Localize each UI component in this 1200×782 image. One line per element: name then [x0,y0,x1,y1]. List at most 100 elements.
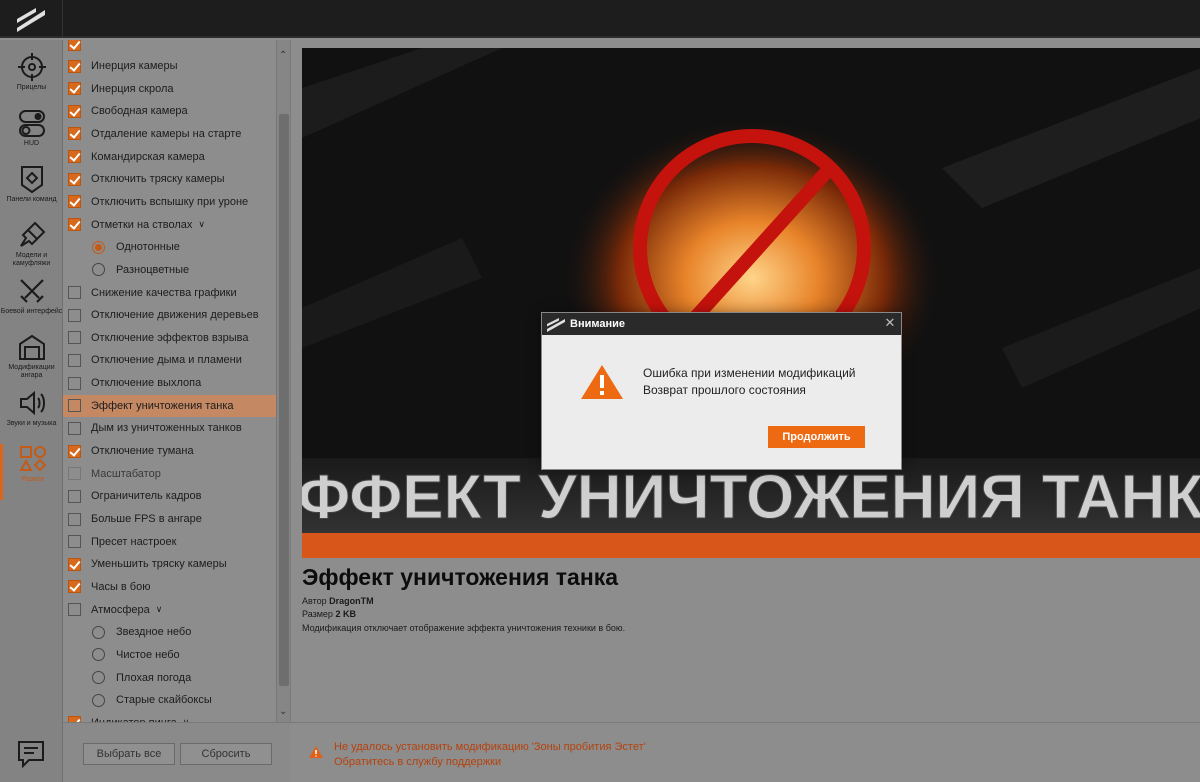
item-label: Дым из уничтоженных танков [91,422,242,435]
item-label: Отключить тряску камеры [91,173,225,186]
author-label: Автор [302,596,327,606]
rail-item-misc[interactable]: Разное [0,444,63,500]
mod-list-item[interactable]: Масштабатор [63,463,276,485]
mod-list-item[interactable]: Отключить вспышку при уроне [63,191,276,213]
checkbox[interactable] [68,286,81,299]
mod-list-item[interactable]: Отключение дыма и пламени [63,349,276,371]
radio-option[interactable]: Старые скайбоксы [63,689,276,711]
footer-support-message: Обратитесь в службу поддержки [334,756,502,768]
checkbox[interactable] [68,104,81,118]
checkbox[interactable] [68,603,81,617]
warning-icon [309,746,323,758]
item-label: Больше FPS в ангаре [91,513,202,525]
checkbox[interactable] [68,376,81,390]
mod-list-item[interactable]: Часы в бою [63,576,276,598]
checkbox[interactable] [68,331,81,345]
radio-button[interactable] [92,240,105,254]
scroll-down-icon[interactable]: ⌄ [279,706,287,717]
scroll-thumb[interactable] [279,114,289,686]
mod-list-item[interactable]: Уменьшить тряску камеры [63,553,276,575]
mod-title: Эффект уничтожения танка [302,564,619,590]
radio-button[interactable] [92,625,105,639]
checkbox[interactable] [68,40,81,51]
mod-list-item[interactable]: Индикатор пинга∨ [63,712,276,722]
mod-list-item[interactable]: Инерция камеры [63,55,276,77]
checkbox[interactable] [68,399,81,413]
item-label: Отключение движения деревьев [91,309,259,322]
item-label: Отключение эффектов взрыва [91,331,249,344]
list-scrollbar[interactable]: ⌃ ⌄ [276,40,290,722]
mod-list-item[interactable]: Больше FPS в ангаре [63,508,276,530]
checkbox[interactable] [68,512,81,526]
checkbox[interactable] [68,444,81,458]
rail-item-sights[interactable]: Прицелы [0,52,63,108]
radio-option[interactable]: Однотонные [63,236,276,258]
mod-list-item[interactable]: Инерция скрола [63,78,276,100]
radio-button[interactable] [92,693,105,707]
radio-option[interactable]: Звездное небо [63,621,276,643]
close-icon[interactable]: ✕ [883,316,897,330]
radio-button[interactable] [92,263,105,277]
checkbox[interactable] [68,580,81,594]
checkbox[interactable] [68,353,81,367]
mod-list: Инерция камеры Инерция скрола Свободная ка… [63,40,276,722]
mod-list-item[interactable]: Эффект уничтожения танка [63,394,276,417]
radio-button[interactable] [92,648,105,662]
radio-button[interactable] [92,671,105,685]
checkbox[interactable] [68,150,81,164]
item-label: Ограничитель кадров [91,490,202,503]
item-label: Масштабатор [91,467,161,480]
mod-list-item[interactable]: Отключение тумана [63,440,276,462]
mod-list-item[interactable]: Отключение эффектов взрыва [63,327,276,349]
mod-list-item[interactable]: Отключение движения деревьев [63,304,276,326]
chevron-down-icon[interactable]: ∨ [156,604,163,615]
chevron-down-icon[interactable]: ∨ [198,219,205,230]
list-item-partial [63,40,276,55]
radio-option[interactable]: Разноцветные [63,259,276,281]
checkbox[interactable] [68,195,81,209]
rail-item-hud[interactable]: HUD [0,108,63,164]
item-label: Старые скайбоксы [116,694,212,707]
mod-list-item[interactable]: Дым из уничтоженных танков [63,417,276,439]
continue-button[interactable]: Продолжить [768,426,865,448]
radio-option[interactable]: Чистое небо [63,644,276,666]
mod-list-item[interactable]: Отключение выхлопа [63,372,276,394]
rail-item-battle-ui[interactable]: Боевой интерфейс [0,276,63,332]
mod-author: Автор DragonTM [302,596,374,606]
rail-item-hangar[interactable]: Модификации ангара [0,332,63,388]
checkbox[interactable] [68,557,81,571]
hangar-icon [18,334,45,360]
select-all-button[interactable]: Выбрать все [83,743,175,765]
mod-list-item[interactable]: Пресет настроек [63,531,276,553]
mod-list-item[interactable]: Отключить тряску камеры [63,168,276,190]
reset-button[interactable]: Сбросить [180,743,272,765]
warning-triangle-icon [581,365,623,399]
mod-list-item[interactable]: Снижение качества графики [63,282,276,304]
mod-list-item[interactable]: Свободная камера [63,100,276,122]
item-label: Эффект уничтожения танка [91,399,234,412]
rail-label: HUD [23,140,40,147]
mod-list-item[interactable]: Отметки на стволах ∨ [63,214,276,236]
mod-list-item[interactable]: Атмосфера ∨ [63,599,276,621]
checkbox[interactable] [68,218,81,232]
checkbox[interactable] [68,467,81,481]
checkbox[interactable] [68,308,81,322]
mod-list-item[interactable]: Ограничитель кадров [63,485,276,507]
radio-option[interactable]: Плохая погода [63,667,276,689]
checkbox[interactable] [68,127,81,141]
checkbox[interactable] [68,172,81,186]
chat-button[interactable] [16,739,46,774]
mod-list-item[interactable]: Отдаление камеры на старте [63,123,276,145]
checkbox[interactable] [68,421,81,435]
rail-item-command-panels[interactable]: Панели команд [0,164,63,220]
checkbox[interactable] [68,82,81,96]
checkbox[interactable] [68,489,81,503]
rail-label: Панели команд [6,196,57,203]
rail-item-sounds[interactable]: Звуки и музыка [0,388,63,444]
item-label: Отключение дыма и пламени [91,354,242,367]
scroll-up-icon[interactable]: ⌃ [279,50,287,61]
checkbox[interactable] [68,59,81,73]
mod-list-item[interactable]: Командирская камера [63,146,276,168]
checkbox[interactable] [68,535,81,549]
rail-item-models[interactable]: Модели и камуфляжи [0,220,63,276]
